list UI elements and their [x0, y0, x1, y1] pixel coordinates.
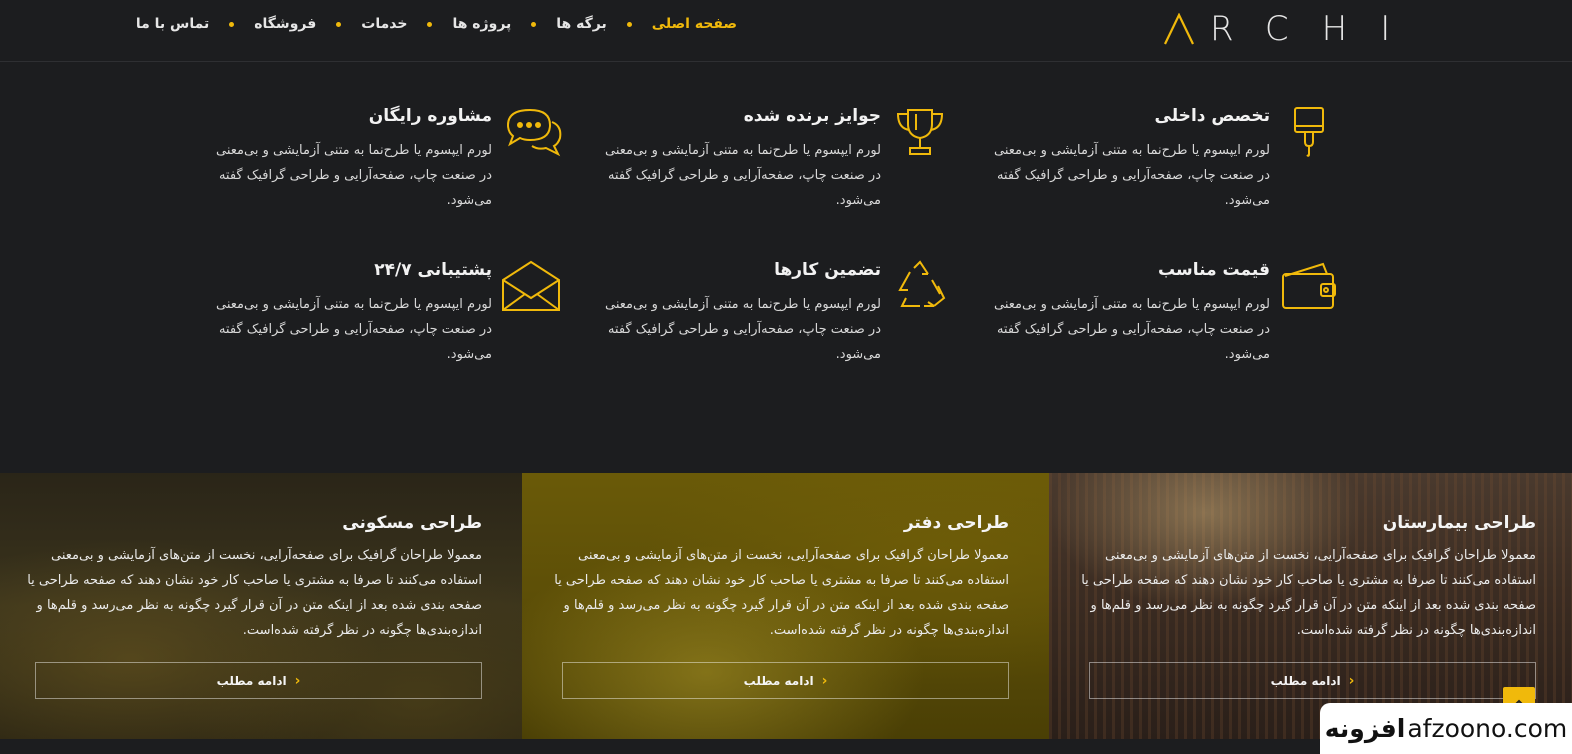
feature-title: جوایز برنده شده [743, 106, 881, 126]
service-title: طراحی مسکونی [342, 513, 482, 533]
site-header: RCHI صفحه اصلی برگه ها پروژه ها خدمات فر… [0, 0, 1572, 62]
afzoono-watermark: افزونه afzoono.com [1320, 703, 1572, 754]
feature-title: مشاوره رایگان [368, 106, 492, 126]
service-card-hospital: طراحی بیمارستان معمولا طراحان گرافیک برا… [1049, 473, 1572, 739]
feature-title: پشتیبانی ۲۴/۷ [374, 260, 492, 280]
feature-interior-expertise: تخصص داخلی لورم ایپسوم یا طرح‌نما به متن… [982, 104, 1342, 224]
trophy-icon [887, 104, 953, 160]
nav-pages[interactable]: برگه ها [556, 16, 606, 32]
feature-title: تضمین کارها [774, 260, 881, 280]
recycle-icon [887, 258, 953, 314]
nav-shop[interactable]: فروشگاه [254, 16, 316, 32]
feature-awards: جوایز برنده شده لورم ایپسوم یا طرح‌نما ب… [593, 104, 953, 224]
read-more-button[interactable]: ‹ ادامه مطلب [35, 662, 482, 699]
envelope-icon [498, 258, 564, 314]
service-title: طراحی بیمارستان [1382, 513, 1536, 533]
feature-text: لورم ایپسوم یا طرح‌نما به متنی آزمایشی و… [994, 143, 1270, 208]
chevron-left-icon: ‹ [821, 672, 828, 689]
nav-home[interactable]: صفحه اصلی [652, 16, 737, 32]
services-section: طراحی بیمارستان معمولا طراحان گرافیک برا… [0, 473, 1572, 739]
nav-separator-dot [229, 21, 235, 27]
watermark-domain-text: afzoono.com [1407, 714, 1568, 743]
feature-support-24-7: پشتیبانی ۲۴/۷ لورم ایپسوم یا طرح‌نما به … [204, 258, 564, 378]
chat-bubbles-icon [498, 104, 564, 160]
feature-text: لورم ایپسوم یا طرح‌نما به متنی آزمایشی و… [605, 297, 881, 362]
chevron-left-icon: ‹ [1348, 672, 1355, 689]
service-text: معمولا طراحان گرافیک برای صفحه‌آرایی، نخ… [554, 548, 1009, 638]
nav-separator-dot [626, 21, 632, 27]
nav-projects[interactable]: پروژه ها [452, 16, 511, 32]
feature-title: قیمت مناسب [1158, 260, 1270, 280]
chevron-left-icon: ‹ [294, 672, 301, 689]
feature-text: لورم ایپسوم یا طرح‌نما به متنی آزمایشی و… [605, 143, 881, 208]
read-more-button[interactable]: ‹ ادامه مطلب [562, 662, 1009, 699]
nav-contact[interactable]: تماس با ما [136, 16, 209, 32]
service-title: طراحی دفتر [903, 513, 1009, 533]
nav-separator-dot [531, 21, 537, 27]
logo-a-mark-icon [1164, 13, 1194, 45]
nav-separator-dot [427, 21, 433, 27]
feature-text: لورم ایپسوم یا طرح‌نما به متنی آزمایشی و… [216, 143, 492, 208]
read-more-label: ادامه مطلب [216, 673, 287, 688]
read-more-label: ادامه مطلب [1270, 673, 1341, 688]
read-more-button[interactable]: ‹ ادامه مطلب [1089, 662, 1536, 699]
service-text: معمولا طراحان گرافیک برای صفحه‌آرایی، نخ… [27, 548, 482, 638]
site-logo[interactable]: RCHI [1164, 12, 1423, 46]
feature-title: تخصص داخلی [1154, 106, 1270, 126]
service-card-residential: طراحی مسکونی معمولا طراحان گرافیک برای ص… [0, 473, 522, 739]
feature-text: لورم ایپسوم یا طرح‌نما به متنی آزمایشی و… [216, 297, 492, 362]
main-nav: صفحه اصلی برگه ها پروژه ها خدمات فروشگاه… [136, 16, 737, 32]
service-card-office: طراحی دفتر معمولا طراحان گرافیک برای صفح… [522, 473, 1049, 739]
nav-separator-dot [336, 21, 342, 27]
watermark-persian-text: افزونه [1324, 714, 1406, 743]
logo-text: RCHI [1210, 9, 1424, 49]
nav-services[interactable]: خدمات [361, 16, 407, 32]
feature-work-guarantee: تضمین کارها لورم ایپسوم یا طرح‌نما به مت… [593, 258, 953, 378]
wallet-icon [1276, 258, 1342, 314]
feature-free-consultation: مشاوره رایگان لورم ایپسوم یا طرح‌نما به … [204, 104, 564, 224]
paint-brush-icon [1276, 104, 1342, 160]
read-more-label: ادامه مطلب [743, 673, 814, 688]
feature-text: لورم ایپسوم یا طرح‌نما به متنی آزمایشی و… [994, 297, 1270, 362]
feature-good-price: قیمت مناسب لورم ایپسوم یا طرح‌نما به متن… [982, 258, 1342, 378]
service-text: معمولا طراحان گرافیک برای صفحه‌آرایی، نخ… [1081, 548, 1536, 638]
